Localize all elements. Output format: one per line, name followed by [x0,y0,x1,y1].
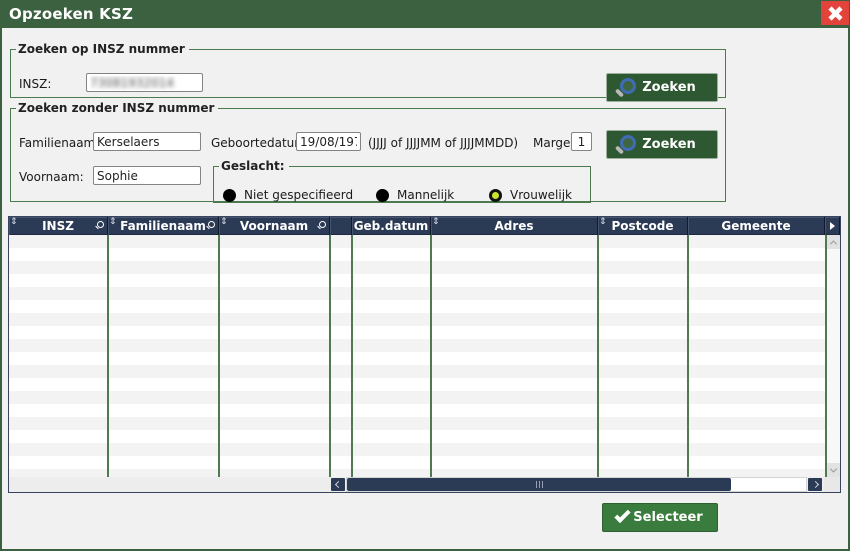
column-search-icon[interactable] [95,221,104,230]
column-label: Geb.datum [354,219,429,233]
column-divider [107,235,109,477]
results-table: ⇕ INSZ ⇕ Familienaam ⇕ Voornaam Geb.datu… [8,216,841,493]
insz-section: Zoeken op INSZ nummer INSZ: Zoeken [10,42,726,98]
column-header-adres[interactable]: ⇕ Adres [431,217,598,235]
familienaam-label: Familienaam: [19,136,99,150]
column-divider [687,235,689,477]
close-icon [827,5,844,22]
radio-selected-icon [489,189,502,202]
scroll-up-button[interactable] [827,235,840,249]
checkmark-icon [614,507,630,523]
column-divider [597,235,599,477]
radio-unselected-icon [223,189,236,202]
column-search-icon[interactable] [317,221,326,230]
close-button[interactable] [821,1,849,25]
sort-icon[interactable]: ⇕ [599,217,607,227]
sort-icon[interactable]: ⇕ [220,217,228,227]
scroll-left-button[interactable] [331,478,345,491]
scroll-down-button[interactable] [827,463,840,477]
zoeken-search-button[interactable]: Zoeken [606,130,718,159]
column-divider [329,235,331,477]
magnifier-icon [615,78,635,98]
column-header-blank [330,217,352,235]
chevron-left-icon [334,481,341,488]
vertical-scrollbar[interactable] [827,235,840,477]
date-format-hint: (JJJJ of JJJJMM of JJJJMMDD) [368,136,518,150]
marge-label: Marge: [533,136,574,150]
column-header-familienaam[interactable]: ⇕ Familienaam [108,217,219,235]
chevron-up-icon [830,240,837,247]
triangle-right-icon [830,222,835,230]
table-header: ⇕ INSZ ⇕ Familienaam ⇕ Voornaam Geb.datu… [9,217,840,235]
search-without-insz-section: Zoeken zonder INSZ nummer Familienaam: G… [10,101,726,202]
sort-icon[interactable]: ⇕ [432,217,440,227]
radio-vrouwelijk-label: Vrouwelijk [510,188,572,202]
marge-input[interactable] [571,132,592,151]
selecteer-button[interactable]: Selecteer [602,503,718,532]
column-label: Gemeente [721,219,790,233]
window-title: Opzoeken KSZ [9,5,133,23]
chevron-down-icon [830,465,837,472]
table-body[interactable] [9,235,840,477]
insz-input[interactable] [86,73,203,92]
column-header-voornaam[interactable]: ⇕ Voornaam [219,217,330,235]
scrollbar-corner [824,477,840,492]
column-search-icon[interactable] [206,221,215,230]
column-label: INSZ [42,219,74,233]
radio-unselected-icon [376,189,389,202]
magnifier-icon [615,135,635,155]
scrollbar-grip-icon [539,481,540,488]
geslacht-legend: Geslacht: [219,159,289,173]
selecteer-button-label: Selecteer [633,510,702,525]
radio-niet-gespecifieerd[interactable]: Niet gespecifieerd [223,187,353,203]
column-label: Voornaam [240,219,308,233]
chevron-right-icon [811,481,818,488]
geslacht-group: Geslacht: Niet gespecifieerd Mannelijk V… [213,159,591,203]
column-header-insz[interactable]: ⇕ INSZ [9,217,108,235]
zoeken-insz-button-label: Zoeken [642,80,696,95]
zoeken-search-button-label: Zoeken [642,137,696,152]
sort-icon[interactable]: ⇕ [10,217,18,227]
radio-mannelijk-label: Mannelijk [397,188,454,202]
horizontal-scrollbar[interactable] [9,477,840,492]
column-header-postcode[interactable]: ⇕ Postcode [598,217,688,235]
header-scroll-right-button[interactable] [825,217,840,235]
insz-label: INSZ: [19,77,51,91]
title-bar: Opzoeken KSZ [0,0,850,28]
column-label: Adres [494,219,533,233]
insz-section-legend: Zoeken op INSZ nummer [16,42,189,56]
column-header-gebdatum[interactable]: Geb.datum [352,217,431,235]
column-divider [430,235,432,477]
column-divider [218,235,220,477]
radio-niet-gespecifieerd-label: Niet gespecifieerd [244,188,353,202]
column-label: Familienaam [120,219,206,233]
column-header-gemeente[interactable]: Gemeente [688,217,825,235]
geboortedatum-input[interactable] [296,132,361,151]
zoeken-insz-button[interactable]: Zoeken [606,73,718,102]
scroll-right-button[interactable] [808,478,822,491]
familienaam-input[interactable] [93,132,201,151]
search-section-legend: Zoeken zonder INSZ nummer [16,101,218,115]
column-label: Postcode [611,219,673,233]
sort-icon[interactable]: ⇕ [109,217,117,227]
voornaam-label: Voornaam: [19,170,84,184]
radio-vrouwelijk[interactable]: Vrouwelijk [489,187,572,203]
voornaam-input[interactable] [93,166,201,185]
opzoeken-ksz-dialog: Opzoeken KSZ Zoeken op INSZ nummer INSZ:… [0,0,850,551]
column-divider [351,235,353,477]
radio-mannelijk[interactable]: Mannelijk [376,187,454,203]
horizontal-scrollbar-thumb[interactable] [347,478,731,491]
